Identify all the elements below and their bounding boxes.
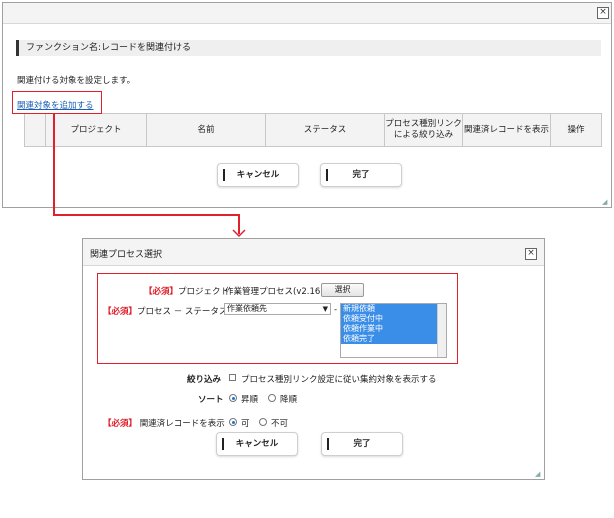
section-title: ファンクション名:レコードを関連付ける (16, 40, 601, 56)
show-related-yes-radio[interactable] (229, 418, 237, 426)
required-tag: 【必須】 (103, 419, 138, 429)
show-related-no-label: 不可 (271, 419, 289, 429)
table-header-row: プロジェクト 名前 ステータス プロセス種別リンクによる絞り込み 関連済レコード… (24, 113, 602, 147)
header-show-related: 関連済レコードを表示 (462, 113, 551, 147)
filter-checkbox[interactable] (229, 374, 236, 381)
button-bar-icon (326, 169, 328, 181)
add-link-highlight (12, 91, 102, 114)
dialog-titlebar: × (3, 3, 611, 24)
link-target-table: プロジェクト 名前 ステータス プロセス種別リンクによる絞り込み 関連済レコード… (24, 113, 602, 147)
header-operation: 操作 (550, 113, 602, 147)
cancel-button[interactable]: キャンセル (217, 163, 299, 187)
resize-grip-icon[interactable]: ◢ (602, 198, 610, 206)
dialog-titlebar: 関連プロセス選択 × (83, 239, 544, 266)
cancel-label: キャンセル (235, 439, 279, 449)
close-icon[interactable]: × (597, 7, 609, 19)
button-bar-icon (327, 438, 329, 450)
sort-label: ソート (198, 395, 224, 405)
done-button[interactable]: 完了 (320, 163, 402, 187)
sort-desc-radio[interactable] (268, 394, 276, 402)
done-button[interactable]: 完了 (321, 432, 403, 456)
button-bar-icon (222, 438, 224, 450)
show-related-no-radio[interactable] (259, 418, 267, 426)
arrow-line (53, 214, 239, 216)
filter-text: プロセス種別リンク設定に従い集約対象を表示する (241, 375, 437, 385)
done-label: 完了 (352, 170, 370, 180)
sort-asc-radio[interactable] (229, 394, 237, 402)
show-related-yes-label: 可 (241, 419, 250, 429)
button-bar-icon (223, 169, 225, 181)
sort-asc-label: 昇順 (241, 395, 259, 405)
done-label: 完了 (353, 439, 371, 449)
header-name: 名前 (146, 113, 266, 147)
filter-label: 絞り込み (187, 375, 222, 385)
show-related-row-label: 【必須】 関連済レコードを表示 (103, 417, 225, 429)
dialog-title: 関連プロセス選択 (90, 250, 163, 260)
resize-grip-icon[interactable]: ◢ (535, 470, 543, 478)
header-process-filter: プロセス種別リンクによる絞り込み (384, 113, 463, 147)
header-status: ステータス (265, 113, 385, 147)
arrow-head-icon (232, 229, 246, 238)
arrow-line (53, 114, 55, 215)
close-icon[interactable]: × (525, 248, 537, 260)
header-blank (24, 113, 46, 147)
cancel-label: キャンセル (236, 170, 280, 180)
cancel-button[interactable]: キャンセル (216, 432, 298, 456)
show-related-label: 関連済レコードを表示 (139, 419, 225, 429)
description-text: 関連付ける対象を設定します。 (17, 76, 136, 86)
required-fields-highlight (97, 273, 458, 364)
header-project: プロジェクト (45, 113, 147, 147)
sort-desc-label: 降順 (280, 395, 298, 405)
